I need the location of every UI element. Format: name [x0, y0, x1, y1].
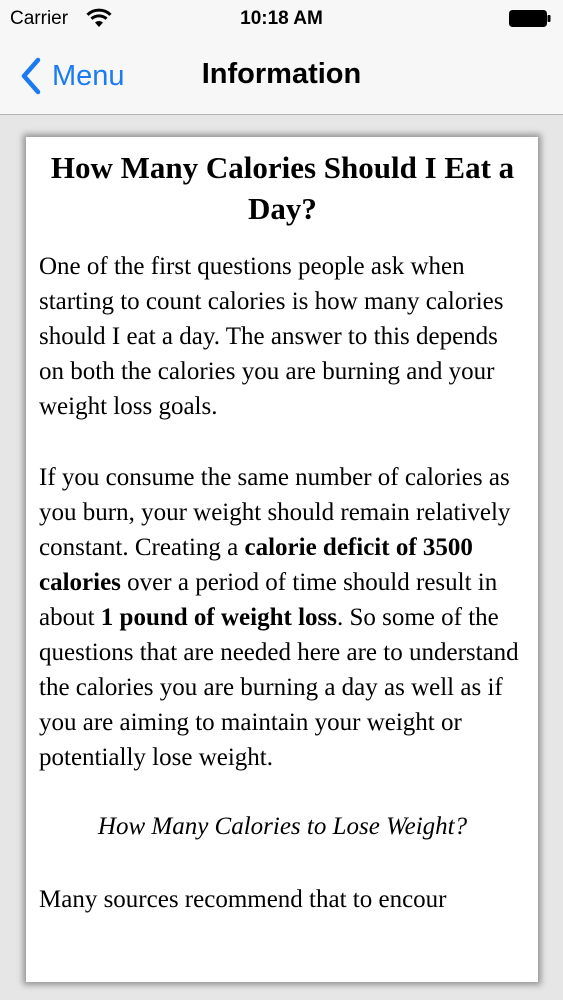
top-bar: Carrier 10:18 AM Menu Information [0, 0, 563, 115]
status-time: 10:18 AM [240, 8, 323, 29]
article-paragraph-1: One of the first questions people ask wh… [39, 253, 504, 420]
page-title: Information [201, 58, 362, 90]
weight-loss-highlight: 1 pound of weight loss [100, 604, 337, 631]
battery-icon [509, 10, 551, 27]
article-paragraph-2: If you consume the same number of calori… [39, 460, 526, 775]
navigation-bar: Menu Information [0, 38, 563, 114]
article-paragraph-3: Many sources recommend that to encour [39, 886, 447, 913]
article-title: How Many Calories Should I Eat a Day? [50, 150, 515, 226]
status-bar: Carrier 10:18 AM [0, 0, 563, 38]
article-subheading: How Many Calories to Lose Weight? [97, 813, 468, 840]
article-card[interactable]: How Many Calories Should I Eat a Day? On… [26, 137, 538, 982]
article-content: How Many Calories Should I Eat a Day? On… [26, 137, 538, 917]
